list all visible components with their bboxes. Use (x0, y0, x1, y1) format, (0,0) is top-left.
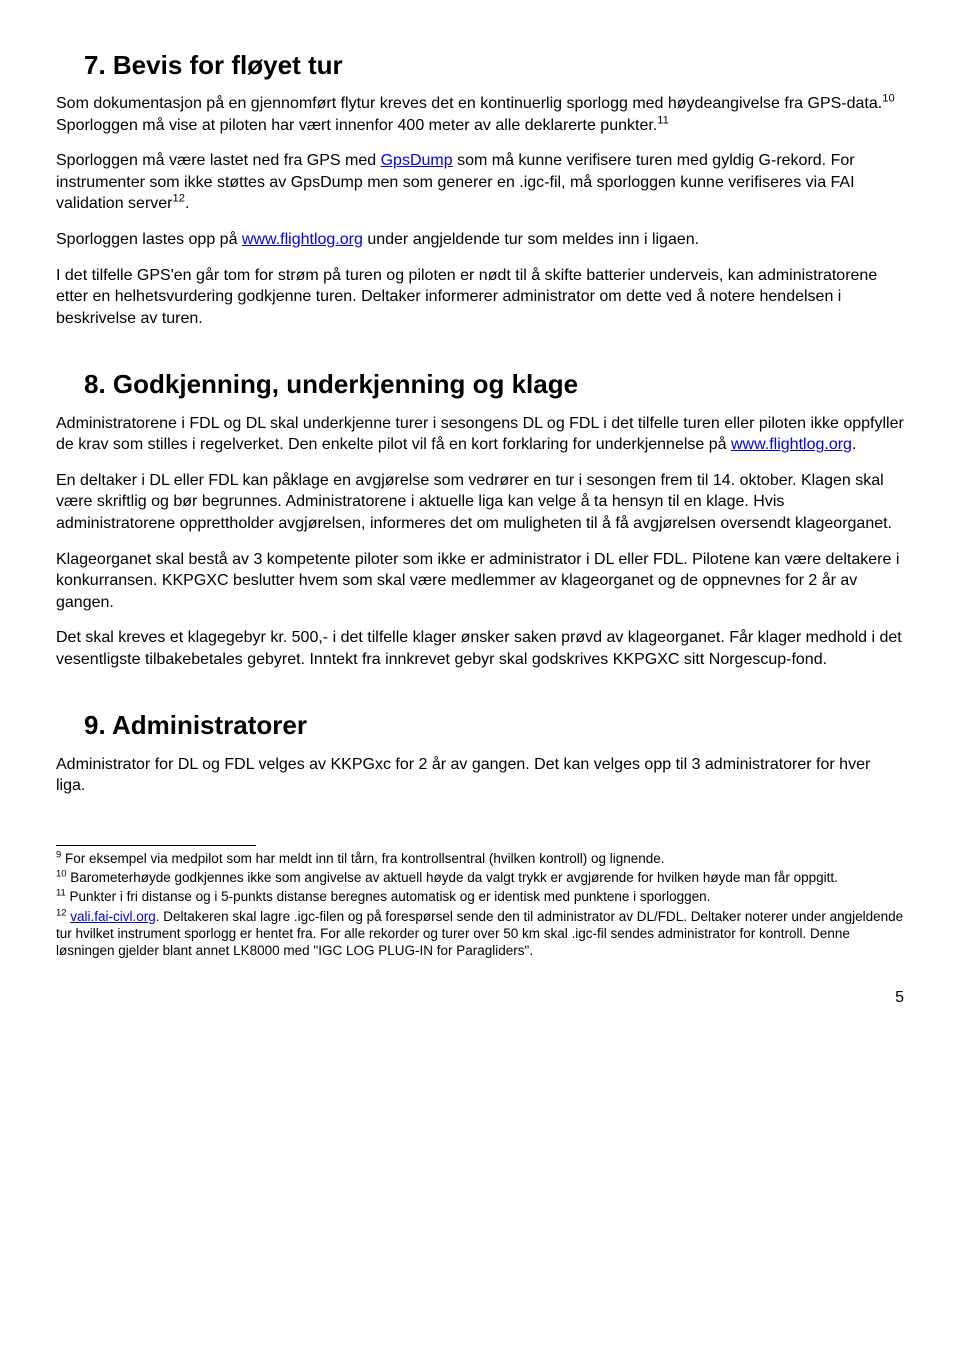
footnotes: 9 For eksempel via medpilot som har meld… (56, 845, 904, 960)
s7-p3: Sporloggen lastes opp på www.flightlog.o… (56, 229, 904, 251)
footnote-text: Punkter i fri distanse og i 5-punkts dis… (66, 889, 711, 904)
footnote-num: 11 (56, 888, 66, 899)
text: . (185, 195, 189, 212)
link-vali-fai[interactable]: vali.fai-civl.org (70, 909, 156, 924)
footnote-10: 10 Barometerhøyde godkjennes ikke som an… (56, 869, 904, 886)
text: Sporloggen må vise at piloten har vært i… (56, 117, 657, 134)
footnote-separator (56, 845, 256, 846)
s8-p3: Klageorganet skal bestå av 3 kompetente … (56, 549, 904, 614)
footnote-ref-10: 10 (882, 93, 894, 105)
link-flightlog-2[interactable]: www.flightlog.org (731, 436, 852, 453)
footnote-num: 12 (56, 907, 67, 918)
text: Sporloggen må være lastet ned fra GPS me… (56, 152, 381, 169)
heading-s8: 8. Godkjenning, underkjenning og klage (56, 367, 904, 402)
link-gpsdump[interactable]: GpsDump (381, 152, 453, 169)
heading-s9: 9. Administratorer (56, 708, 904, 743)
s9-p1: Administrator for DL og FDL velges av KK… (56, 754, 904, 797)
footnote-ref-12: 12 (173, 193, 185, 205)
s8-p1: Administratorene i FDL og DL skal underk… (56, 413, 904, 456)
footnote-text: For eksempel via medpilot som har meldt … (61, 851, 664, 866)
s7-p1: Som dokumentasjon på en gjennomført flyt… (56, 93, 904, 136)
footnote-9: 9 For eksempel via medpilot som har meld… (56, 850, 904, 867)
s7-p2: Sporloggen må være lastet ned fra GPS me… (56, 150, 904, 215)
s7-p4: I det tilfelle GPS'en går tom for strøm … (56, 265, 904, 330)
footnote-num: 10 (56, 869, 67, 880)
footnote-11: 11 Punkter i fri distanse og i 5-punkts … (56, 888, 904, 905)
footnote-text: . Deltakeren skal lagre .igc-filen og på… (56, 909, 903, 959)
footnote-text: Barometerhøyde godkjennes ikke som angiv… (67, 870, 838, 885)
text: Sporloggen lastes opp på (56, 231, 242, 248)
s8-p2: En deltaker i DL eller FDL kan påklage e… (56, 470, 904, 535)
page-number: 5 (56, 987, 904, 1009)
footnote-ref-11: 11 (657, 114, 669, 126)
text: Som dokumentasjon på en gjennomført flyt… (56, 95, 882, 112)
footnote-12: 12 vali.fai-civl.org. Deltakeren skal la… (56, 908, 904, 960)
text: . (852, 436, 856, 453)
heading-s7: 7. Bevis for fløyet tur (56, 48, 904, 83)
s8-p4: Det skal kreves et klagegebyr kr. 500,- … (56, 627, 904, 670)
text: under angjeldende tur som meldes inn i l… (363, 231, 699, 248)
link-flightlog-1[interactable]: www.flightlog.org (242, 231, 363, 248)
